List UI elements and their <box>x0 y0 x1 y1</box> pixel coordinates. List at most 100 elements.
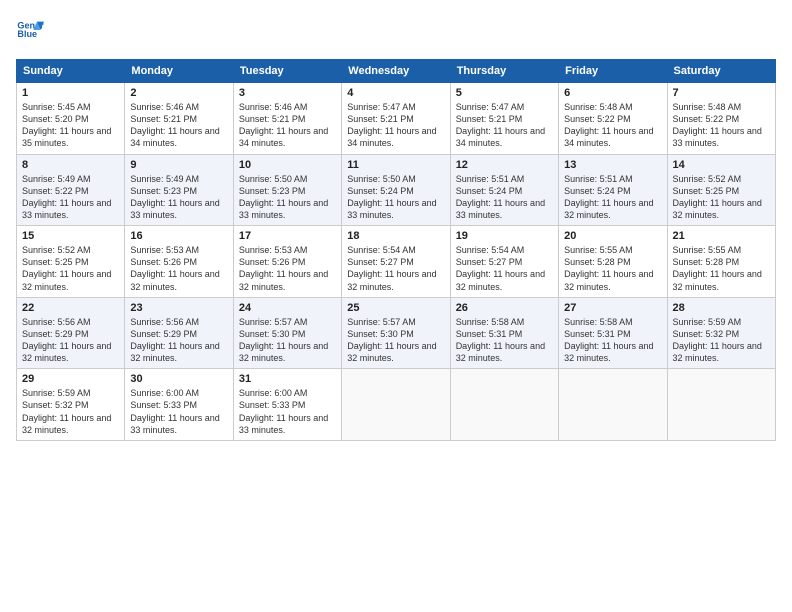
calendar-cell: 31Sunrise: 6:00 AMSunset: 5:33 PMDayligh… <box>233 369 341 441</box>
calendar-week-row: 1 Sunrise: 5:45 AMSunset: 5:20 PMDaylight… <box>17 83 776 155</box>
day-number: 26 <box>456 302 553 314</box>
calendar-cell <box>559 369 667 441</box>
day-number: 10 <box>239 159 336 171</box>
calendar-cell: 20 Sunrise: 5:55 AMSunset: 5:28 PMDayligh… <box>559 226 667 298</box>
day-info: Sunrise: 5:51 AMSunset: 5:24 PMDaylight:… <box>564 173 661 222</box>
day-info: Sunrise: 5:52 AMSunset: 5:25 PMDaylight:… <box>673 173 770 222</box>
day-info: Sunrise: 5:56 AMSunset: 5:29 PMDaylight:… <box>130 316 227 365</box>
day-info: Sunrise: 5:58 AMSunset: 5:31 PMDaylight:… <box>456 316 553 365</box>
day-info: Sunrise: 5:48 AMSunset: 5:22 PMDaylight:… <box>564 101 661 150</box>
calendar-cell: 26 Sunrise: 5:58 AMSunset: 5:31 PMDayligh… <box>450 297 558 369</box>
day-number: 14 <box>673 159 770 171</box>
calendar-cell: 28 Sunrise: 5:59 AMSunset: 5:32 PMDayligh… <box>667 297 775 369</box>
day-number: 18 <box>347 230 444 242</box>
calendar-cell: 12Sunrise: 5:51 AMSunset: 5:24 PMDayligh… <box>450 154 558 226</box>
calendar-week-row: 15 Sunrise: 5:52 AMSunset: 5:25 PMDayligh… <box>17 226 776 298</box>
day-info: Sunrise: 5:55 AMSunset: 5:28 PMDaylight:… <box>673 244 770 293</box>
day-info: Sunrise: 5:49 AMSunset: 5:22 PMDaylight:… <box>22 173 119 222</box>
calendar-cell: 8 Sunrise: 5:49 AMSunset: 5:22 PMDaylight… <box>17 154 125 226</box>
calendar-cell: 22 Sunrise: 5:56 AMSunset: 5:29 PMDayligh… <box>17 297 125 369</box>
calendar-cell <box>667 369 775 441</box>
day-number: 22 <box>22 302 119 314</box>
day-number: 1 <box>22 87 119 99</box>
day-number: 15 <box>22 230 119 242</box>
day-number: 7 <box>673 87 770 99</box>
day-info: Sunrise: 6:00 AMSunset: 5:33 PMDaylight:… <box>130 387 227 436</box>
day-number: 30 <box>130 373 227 385</box>
calendar-cell: 11Sunrise: 5:50 AMSunset: 5:24 PMDayligh… <box>342 154 450 226</box>
calendar-cell: 13 Sunrise: 5:51 AMSunset: 5:24 PMDayligh… <box>559 154 667 226</box>
calendar-cell: 5 Sunrise: 5:47 AMSunset: 5:21 PMDaylight… <box>450 83 558 155</box>
day-info: Sunrise: 5:58 AMSunset: 5:31 PMDaylight:… <box>564 316 661 365</box>
day-number: 16 <box>130 230 227 242</box>
day-number: 28 <box>673 302 770 314</box>
day-number: 31 <box>239 373 336 385</box>
day-info: Sunrise: 5:54 AMSunset: 5:27 PMDaylight:… <box>347 244 444 293</box>
calendar-cell: 23 Sunrise: 5:56 AMSunset: 5:29 PMDayligh… <box>125 297 233 369</box>
day-number: 4 <box>347 87 444 99</box>
svg-text:Blue: Blue <box>17 29 37 39</box>
day-info: Sunrise: 5:53 AMSunset: 5:26 PMDaylight:… <box>239 244 336 293</box>
day-info: Sunrise: 5:55 AMSunset: 5:28 PMDaylight:… <box>564 244 661 293</box>
calendar-header-row: SundayMondayTuesdayWednesdayThursdayFrid… <box>17 60 776 83</box>
column-header-wednesday: Wednesday <box>342 60 450 83</box>
calendar-cell: 6 Sunrise: 5:48 AMSunset: 5:22 PMDaylight… <box>559 83 667 155</box>
calendar-cell: 24Sunrise: 5:57 AMSunset: 5:30 PMDayligh… <box>233 297 341 369</box>
day-number: 24 <box>239 302 336 314</box>
day-number: 19 <box>456 230 553 242</box>
day-info: Sunrise: 5:51 AMSunset: 5:24 PMDaylight:… <box>456 173 553 222</box>
day-number: 6 <box>564 87 661 99</box>
calendar-cell: 1 Sunrise: 5:45 AMSunset: 5:20 PMDaylight… <box>17 83 125 155</box>
day-info: Sunrise: 5:48 AMSunset: 5:22 PMDaylight:… <box>673 101 770 150</box>
day-info: Sunrise: 5:59 AMSunset: 5:32 PMDaylight:… <box>22 387 119 436</box>
column-header-saturday: Saturday <box>667 60 775 83</box>
calendar-cell <box>342 369 450 441</box>
column-header-friday: Friday <box>559 60 667 83</box>
calendar-cell: 9Sunrise: 5:49 AMSunset: 5:23 PMDaylight… <box>125 154 233 226</box>
calendar-cell: 4 Sunrise: 5:47 AMSunset: 5:21 PMDaylight… <box>342 83 450 155</box>
calendar-table: SundayMondayTuesdayWednesdayThursdayFrid… <box>16 59 776 441</box>
day-info: Sunrise: 5:47 AMSunset: 5:21 PMDaylight:… <box>456 101 553 150</box>
day-info: Sunrise: 5:59 AMSunset: 5:32 PMDaylight:… <box>673 316 770 365</box>
calendar-cell: 30 Sunrise: 6:00 AMSunset: 5:33 PMDayligh… <box>125 369 233 441</box>
column-header-sunday: Sunday <box>17 60 125 83</box>
calendar-cell: 2 Sunrise: 5:46 AMSunset: 5:21 PMDaylight… <box>125 83 233 155</box>
day-number: 5 <box>456 87 553 99</box>
calendar-cell: 10 Sunrise: 5:50 AMSunset: 5:23 PMDayligh… <box>233 154 341 226</box>
calendar-cell: 16 Sunrise: 5:53 AMSunset: 5:26 PMDayligh… <box>125 226 233 298</box>
calendar-cell: 17 Sunrise: 5:53 AMSunset: 5:26 PMDayligh… <box>233 226 341 298</box>
calendar-week-row: 8 Sunrise: 5:49 AMSunset: 5:22 PMDaylight… <box>17 154 776 226</box>
column-header-thursday: Thursday <box>450 60 558 83</box>
day-info: Sunrise: 5:57 AMSunset: 5:30 PMDaylight:… <box>347 316 444 365</box>
calendar-week-row: 22 Sunrise: 5:56 AMSunset: 5:29 PMDayligh… <box>17 297 776 369</box>
day-info: Sunrise: 5:54 AMSunset: 5:27 PMDaylight:… <box>456 244 553 293</box>
day-info: Sunrise: 5:52 AMSunset: 5:25 PMDaylight:… <box>22 244 119 293</box>
day-number: 20 <box>564 230 661 242</box>
calendar-cell: 29 Sunrise: 5:59 AMSunset: 5:32 PMDayligh… <box>17 369 125 441</box>
calendar-cell: 15 Sunrise: 5:52 AMSunset: 5:25 PMDayligh… <box>17 226 125 298</box>
day-info: Sunrise: 5:46 AMSunset: 5:21 PMDaylight:… <box>239 101 336 150</box>
calendar-cell: 14 Sunrise: 5:52 AMSunset: 5:25 PMDayligh… <box>667 154 775 226</box>
calendar-cell <box>450 369 558 441</box>
calendar-body: 1 Sunrise: 5:45 AMSunset: 5:20 PMDaylight… <box>17 83 776 441</box>
day-info: Sunrise: 5:53 AMSunset: 5:26 PMDaylight:… <box>130 244 227 293</box>
day-info: Sunrise: 5:47 AMSunset: 5:21 PMDaylight:… <box>347 101 444 150</box>
day-number: 3 <box>239 87 336 99</box>
calendar-cell: 3 Sunrise: 5:46 AMSunset: 5:21 PMDaylight… <box>233 83 341 155</box>
day-info: Sunrise: 5:56 AMSunset: 5:29 PMDaylight:… <box>22 316 119 365</box>
calendar-cell: 7 Sunrise: 5:48 AMSunset: 5:22 PMDaylight… <box>667 83 775 155</box>
day-info: Sunrise: 5:46 AMSunset: 5:21 PMDaylight:… <box>130 101 227 150</box>
day-number: 29 <box>22 373 119 385</box>
day-info: Sunrise: 5:49 AMSunset: 5:23 PMDaylight:… <box>130 173 227 222</box>
day-info: Sunrise: 5:50 AMSunset: 5:24 PMDaylight:… <box>347 173 444 222</box>
day-number: 17 <box>239 230 336 242</box>
day-number: 23 <box>130 302 227 314</box>
day-number: 8 <box>22 159 119 171</box>
day-number: 13 <box>564 159 661 171</box>
day-number: 2 <box>130 87 227 99</box>
day-info: Sunrise: 5:50 AMSunset: 5:23 PMDaylight:… <box>239 173 336 222</box>
column-header-tuesday: Tuesday <box>233 60 341 83</box>
calendar-cell: 19 Sunrise: 5:54 AMSunset: 5:27 PMDayligh… <box>450 226 558 298</box>
column-header-monday: Monday <box>125 60 233 83</box>
day-info: Sunrise: 5:45 AMSunset: 5:20 PMDaylight:… <box>22 101 119 150</box>
